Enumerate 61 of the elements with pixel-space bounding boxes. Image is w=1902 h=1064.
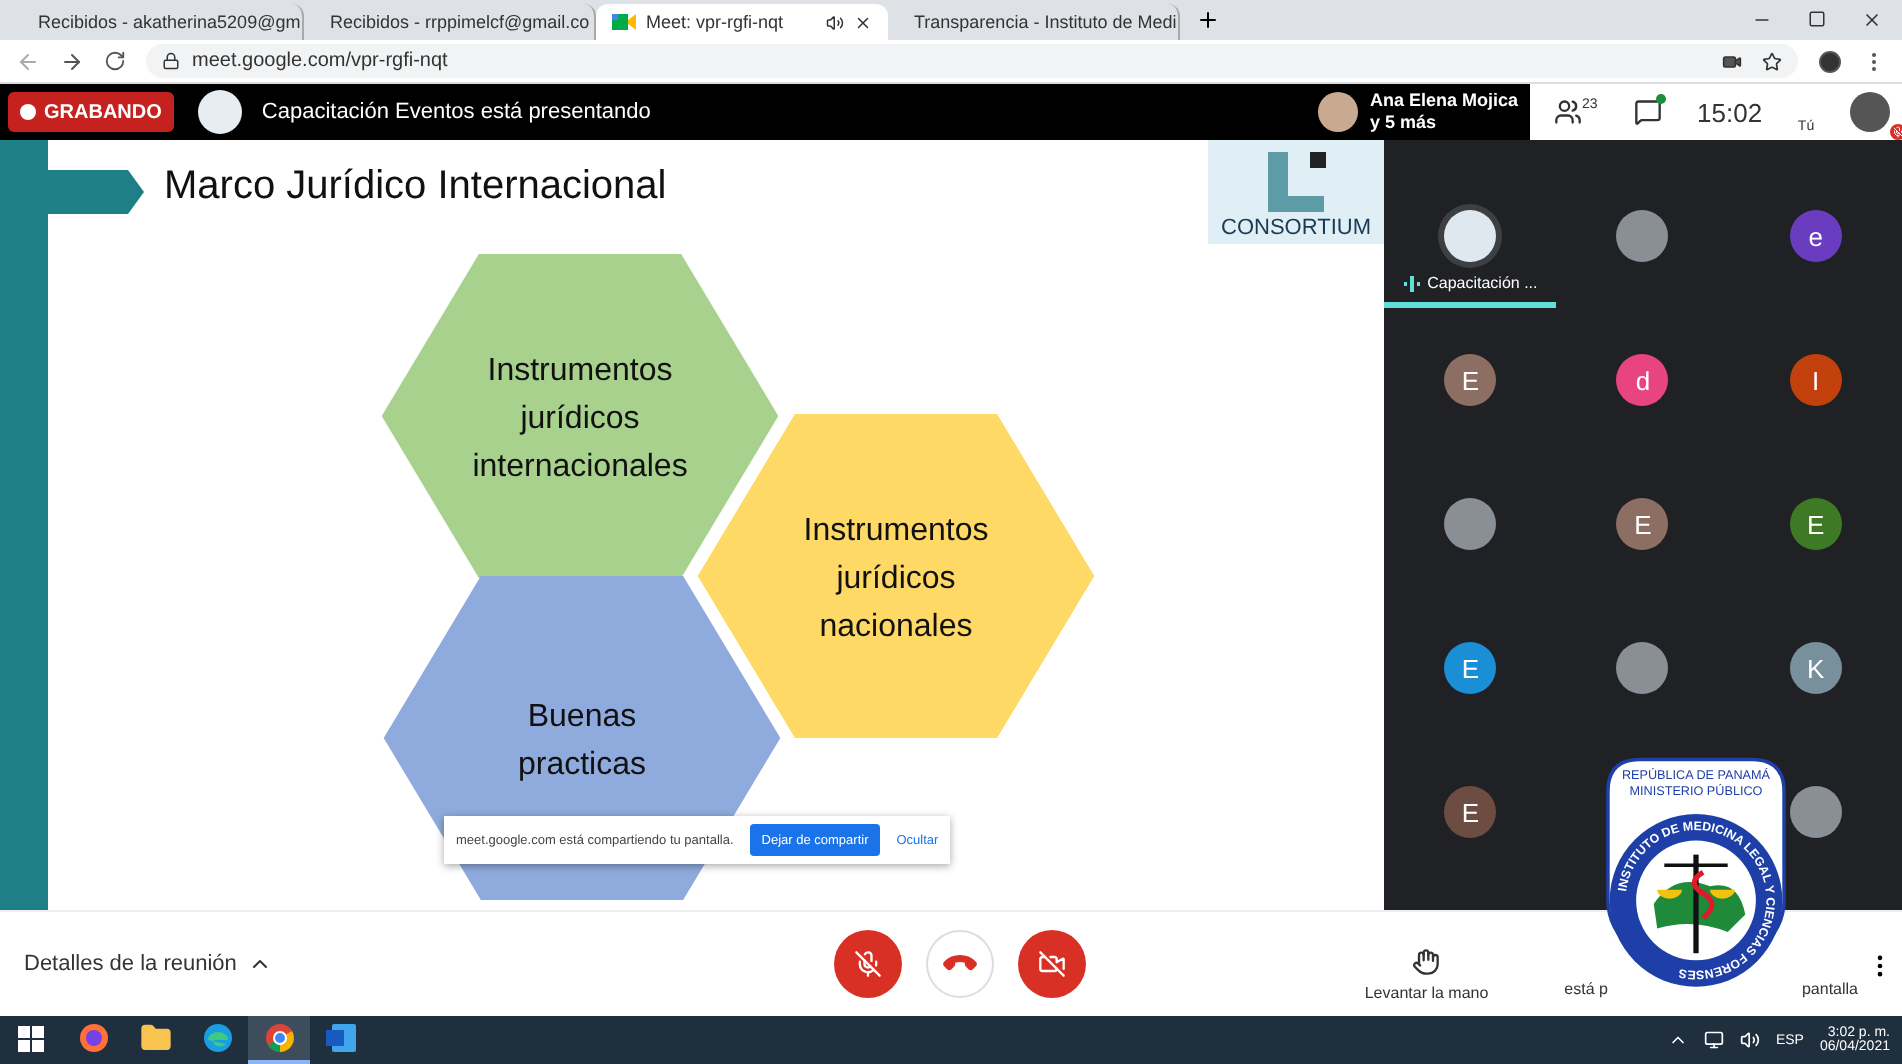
avatar-initial: E bbox=[1616, 498, 1669, 550]
present-label: está p bbox=[1564, 980, 1608, 998]
present-label: pantalla bbox=[1801, 980, 1858, 998]
participant-name: Capacitación ... bbox=[1427, 274, 1538, 292]
document-app-icon[interactable] bbox=[325, 1022, 357, 1054]
hexagon-label: Instrumentos jurídicos internacionales bbox=[472, 354, 688, 484]
avatar-initial: E bbox=[1789, 498, 1842, 550]
avatar-initial: I bbox=[1789, 354, 1842, 406]
raise-hand-button[interactable]: Levantar la mano bbox=[1352, 946, 1501, 1004]
avatar-placeholder bbox=[1317, 92, 1358, 132]
company-logo: CONSORTIUM bbox=[1208, 140, 1384, 244]
presenter-text: Capacitación Eventos está presentando bbox=[261, 100, 651, 124]
forward-icon[interactable] bbox=[60, 49, 84, 73]
network-icon[interactable] bbox=[1703, 1030, 1724, 1050]
logo-avatar bbox=[197, 90, 242, 134]
start-icon[interactable] bbox=[18, 1025, 44, 1051]
hexagon-label: Buenas practicas bbox=[517, 700, 647, 782]
avatar-initial: E bbox=[1444, 642, 1497, 694]
avatar-initial: E bbox=[1444, 786, 1497, 838]
avatar-initial: E bbox=[1444, 354, 1497, 406]
microphone-off-icon bbox=[854, 950, 882, 978]
folder-icon[interactable] bbox=[139, 1022, 171, 1054]
browser-icon[interactable] bbox=[201, 1022, 233, 1054]
close-icon[interactable] bbox=[854, 13, 872, 31]
chat-button[interactable] bbox=[1633, 98, 1662, 126]
avatar-initial: e bbox=[1789, 210, 1842, 262]
camera-button[interactable] bbox=[1018, 930, 1086, 998]
close-icon[interactable] bbox=[1862, 10, 1882, 30]
lock-icon bbox=[162, 52, 180, 70]
avatar-placeholder bbox=[1444, 498, 1497, 550]
logo-avatar bbox=[1444, 210, 1497, 262]
video-camera-icon bbox=[612, 12, 636, 32]
clock-text: 15:02 bbox=[1697, 97, 1763, 127]
audio-level-icon bbox=[1403, 275, 1420, 291]
avatar-placeholder bbox=[1849, 92, 1890, 132]
hexagon-label: Instrumentos jurídicos nacionales bbox=[803, 514, 989, 644]
participant-count-text: y 5 más bbox=[1369, 112, 1438, 134]
avatar-placeholder bbox=[1616, 210, 1669, 262]
browser-tab[interactable]: Meet: vpr-rgfi-nqt bbox=[596, 4, 888, 40]
profile-avatar[interactable] bbox=[1818, 49, 1842, 73]
microphone-button[interactable] bbox=[834, 930, 902, 998]
avatar-initial: K bbox=[1789, 642, 1842, 694]
avatar-placeholder bbox=[1789, 786, 1842, 838]
avatar-placeholder bbox=[1616, 642, 1669, 694]
camera-off-icon bbox=[1038, 950, 1066, 978]
volume-icon[interactable] bbox=[1739, 1030, 1760, 1050]
star-icon[interactable] bbox=[1762, 51, 1782, 71]
slide-title: Marco Jurídico Internacional bbox=[164, 164, 667, 208]
meeting-details-button[interactable]: Detalles de la reunión bbox=[24, 952, 273, 976]
camera-icon[interactable] bbox=[1722, 51, 1742, 71]
address-field[interactable]: meet.google.com/vpr-rgfi-nqt bbox=[146, 44, 1798, 78]
avatar-initial: d bbox=[1616, 354, 1669, 406]
hand-icon bbox=[1412, 948, 1441, 976]
reload-icon[interactable] bbox=[104, 50, 126, 72]
recording-button[interactable]: GRABANDO bbox=[8, 92, 174, 132]
new-tab-icon[interactable] bbox=[1196, 8, 1220, 32]
maximize-icon[interactable] bbox=[1808, 10, 1826, 28]
participant-name: Ana Elena Mojica bbox=[1369, 90, 1518, 112]
hang-up-button[interactable] bbox=[926, 930, 994, 998]
browser-icon[interactable] bbox=[77, 1022, 109, 1054]
browser-icon[interactable] bbox=[263, 1022, 295, 1054]
